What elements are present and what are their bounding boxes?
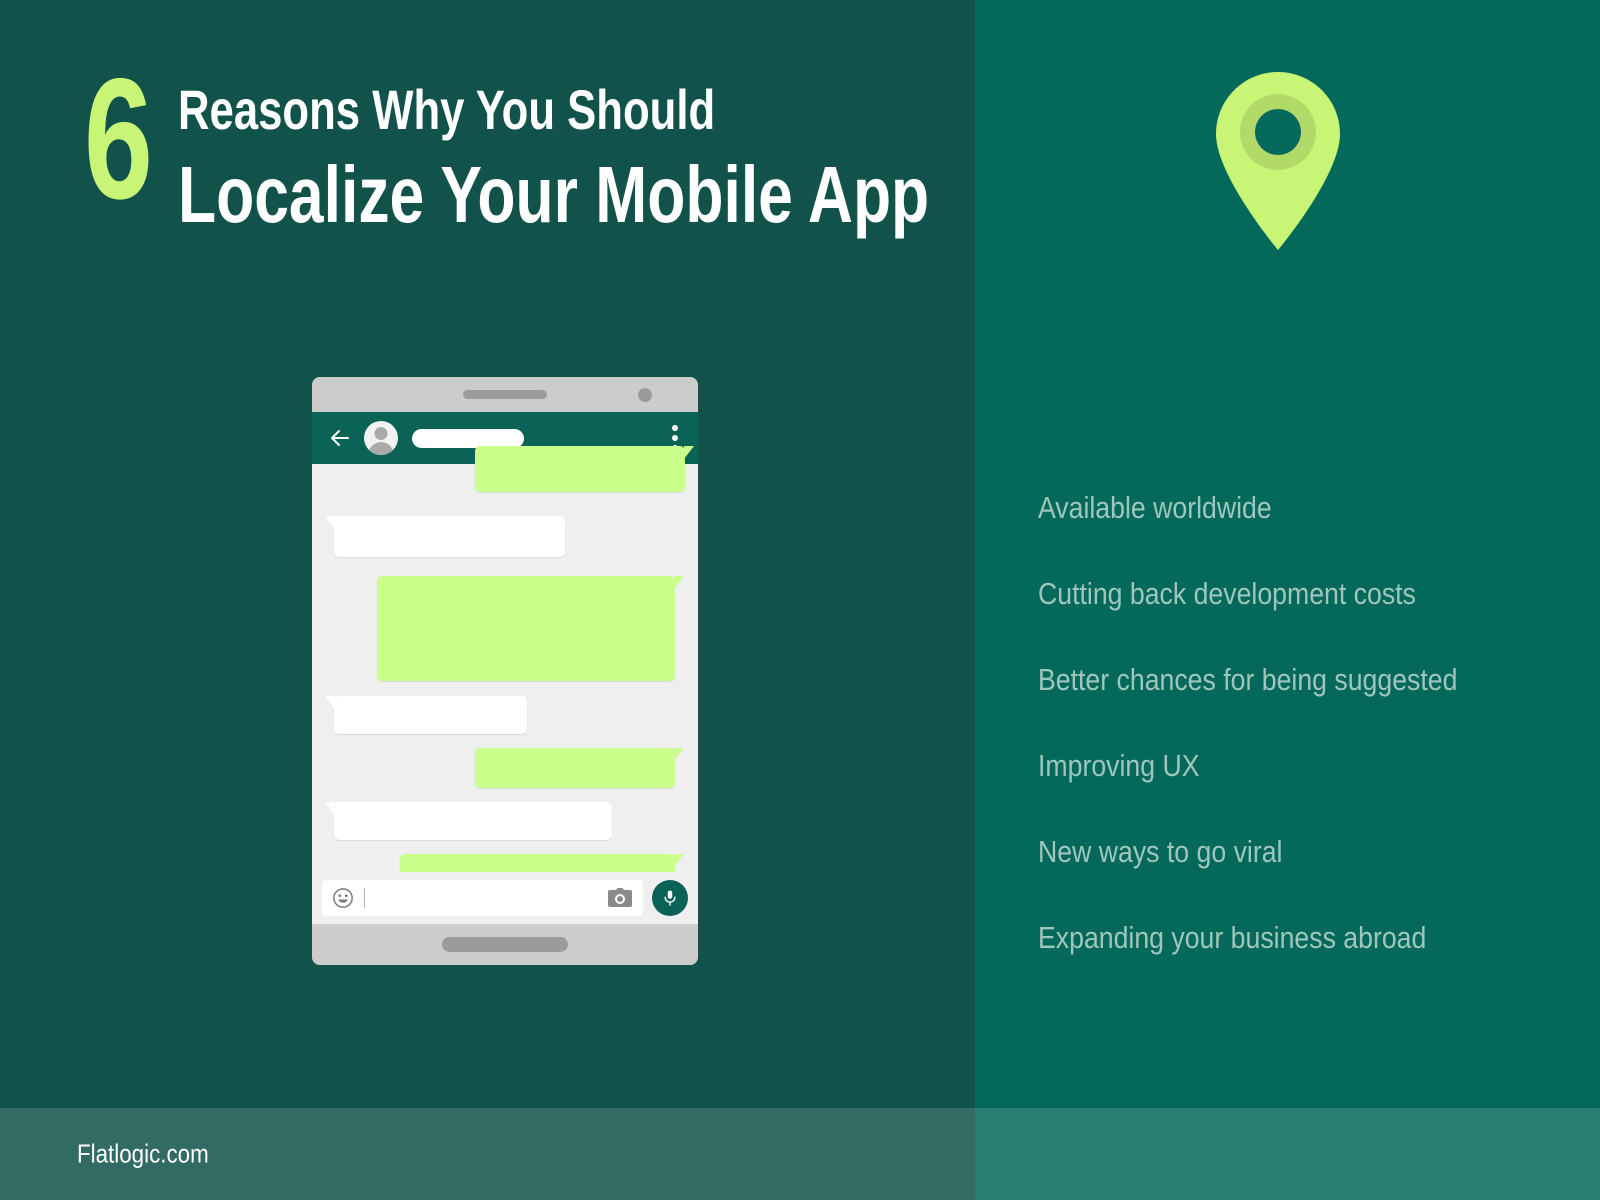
- location-pin-icon: [1216, 72, 1340, 250]
- chat-bubble-outgoing[interactable]: [475, 748, 684, 788]
- voice-record-button[interactable]: [652, 880, 688, 916]
- benefit-item-3: Better chances for being suggested: [1038, 662, 1458, 697]
- title-line-1: Reasons Why You Should: [177, 78, 715, 141]
- infographic-canvas: 6 Reasons Why You Should Localize Your M…: [0, 0, 1600, 1200]
- reason-count-number: 6: [84, 43, 153, 235]
- message-input-field[interactable]: [322, 880, 643, 916]
- phone-screen: [312, 412, 698, 924]
- chat-bubble-incoming[interactable]: [325, 696, 527, 734]
- emoji-smiley-icon[interactable]: [332, 887, 354, 909]
- benefit-item-1: Available worldwide: [1038, 490, 1272, 525]
- benefit-item-5: New ways to go viral: [1038, 834, 1283, 869]
- chat-bubble-outgoing[interactable]: [377, 576, 684, 681]
- benefit-item-6: Expanding your business abroad: [1038, 920, 1427, 955]
- footer-bar: Flatlogic.com: [0, 1108, 1600, 1200]
- benefit-item-4: Improving UX: [1038, 748, 1200, 783]
- message-input-bar: [312, 872, 698, 924]
- chat-bubble-incoming[interactable]: [325, 516, 565, 557]
- brand-label: Flatlogic.com: [77, 1138, 209, 1169]
- chat-bubble-incoming[interactable]: [325, 802, 612, 840]
- title-line-2: Localize Your Mobile App: [177, 150, 929, 239]
- avatar-body: [368, 442, 394, 455]
- chat-thread[interactable]: [312, 446, 698, 924]
- benefit-item-2: Cutting back development costs: [1038, 576, 1416, 611]
- earpiece-speaker: [463, 390, 547, 399]
- home-indicator[interactable]: [442, 937, 568, 952]
- contact-name-placeholder[interactable]: [412, 428, 524, 448]
- front-camera-icon: [638, 388, 652, 402]
- avatar-head: [374, 427, 388, 440]
- benefits-list: Available worldwide Cutting back develop…: [1038, 492, 1578, 953]
- phone-top-bezel: [312, 377, 698, 412]
- microphone-icon: [664, 890, 676, 906]
- phone-bottom-bezel: [312, 924, 698, 965]
- back-arrow-icon[interactable]: [328, 426, 352, 450]
- contact-avatar-icon[interactable]: [364, 421, 398, 455]
- phone-mockup: [312, 377, 698, 965]
- headline-block: 6 Reasons Why You Should Localize Your M…: [84, 53, 944, 239]
- chat-bubble-outgoing[interactable]: [475, 446, 694, 492]
- camera-icon[interactable]: [607, 888, 633, 908]
- text-cursor: [364, 888, 365, 908]
